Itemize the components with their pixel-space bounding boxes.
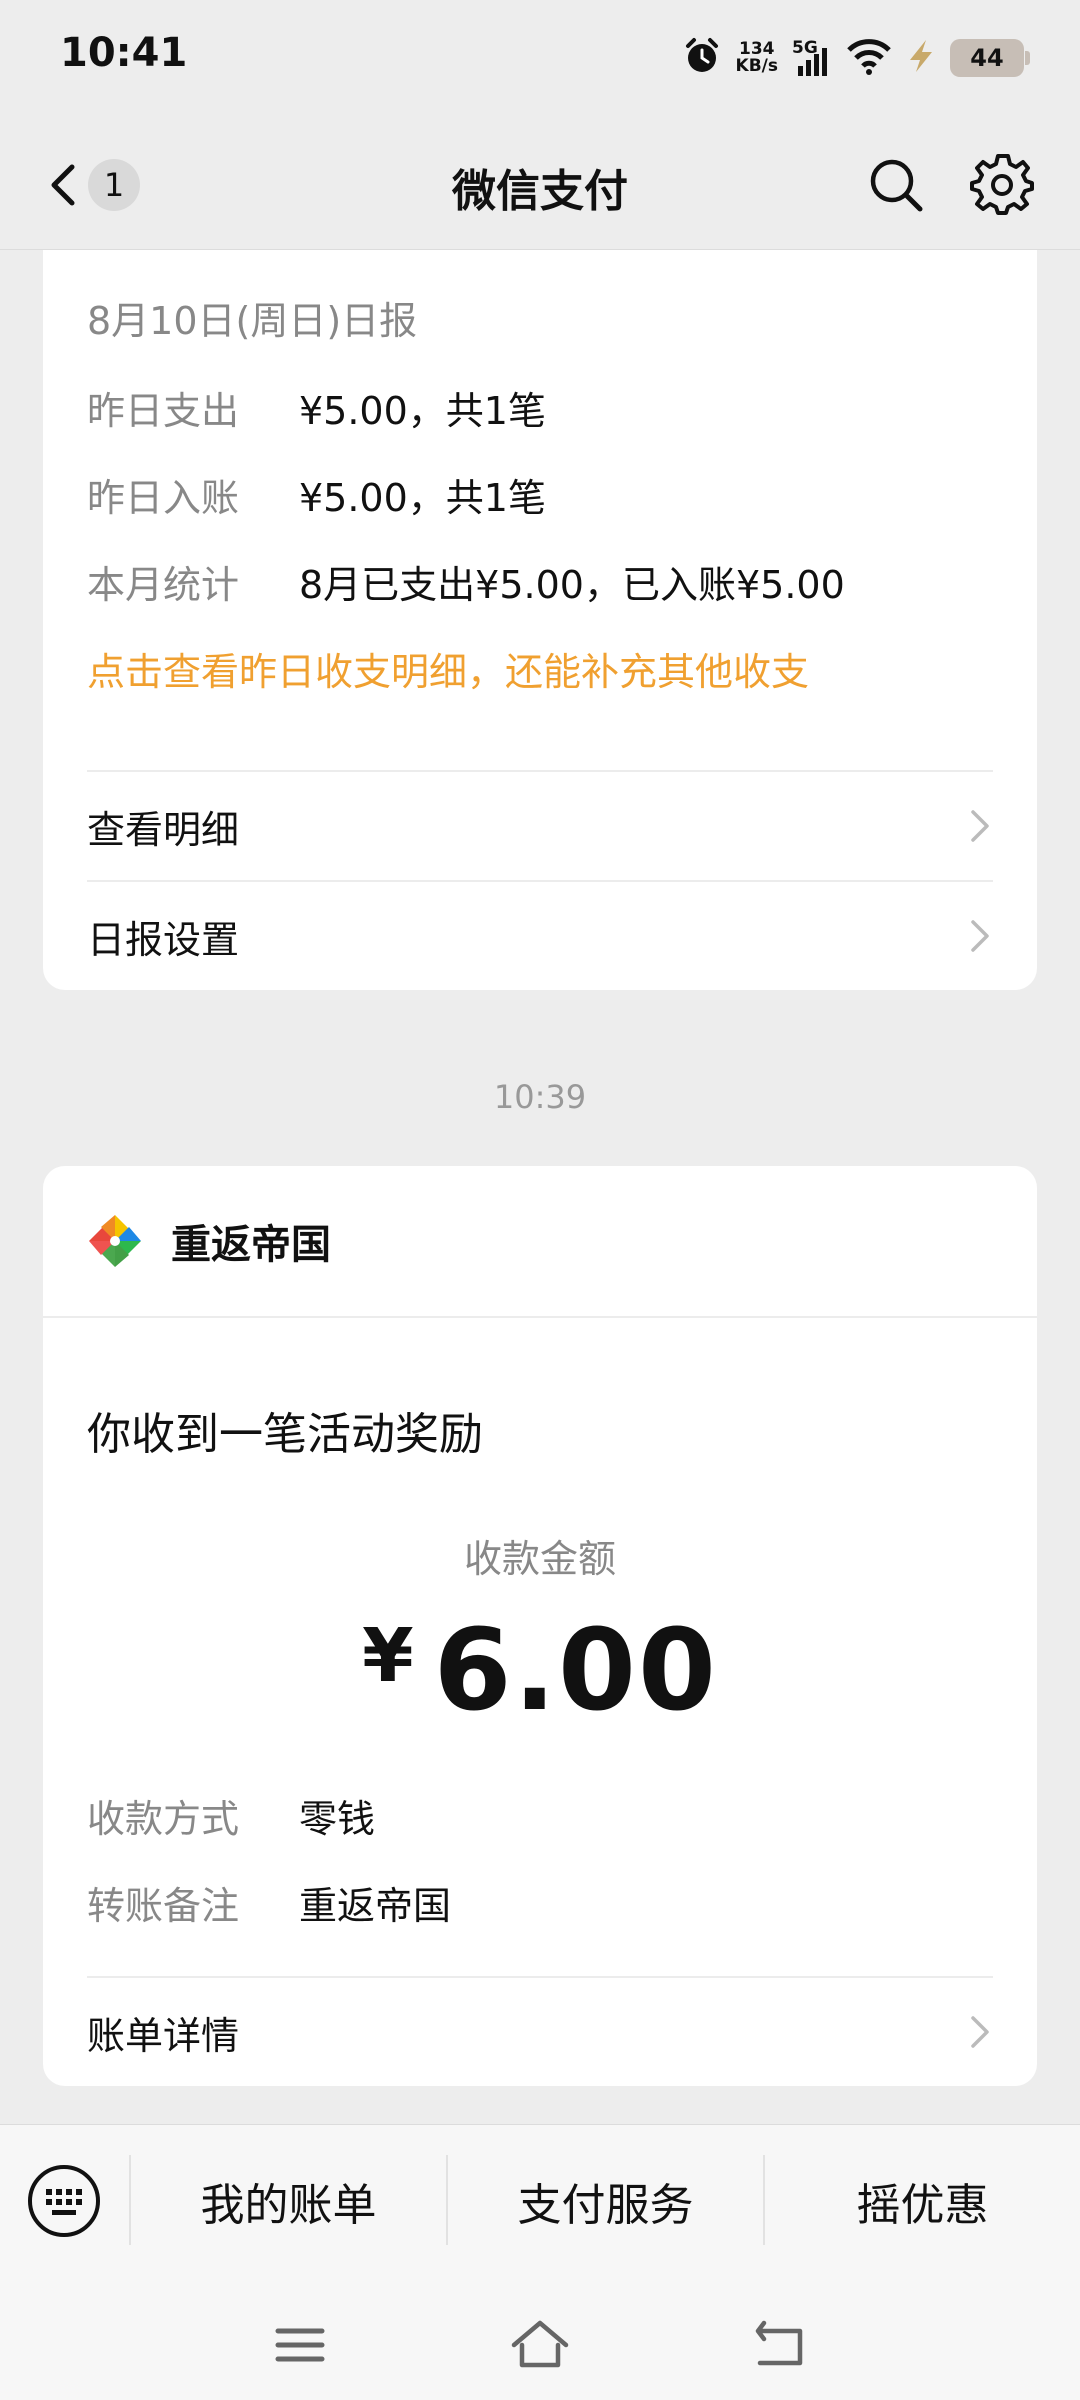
chevron-right-icon bbox=[971, 810, 989, 842]
menu-icon bbox=[275, 2328, 325, 2362]
charging-icon bbox=[906, 36, 936, 80]
nav-bar: 1 微信支付 bbox=[0, 115, 1080, 250]
merchant-logo-icon bbox=[89, 1215, 141, 1267]
my-bills-menu[interactable]: 我的账单 bbox=[131, 2159, 446, 2243]
battery-indicator: 44 bbox=[950, 39, 1030, 77]
currency-symbol: ¥ bbox=[362, 1613, 416, 1699]
status-time: 10:41 bbox=[60, 30, 188, 76]
search-icon bbox=[870, 159, 923, 212]
daily-report-card: 8月10日(周日)日报 昨日支出 ¥5.00，共1笔 昨日入账 ¥5.00，共1… bbox=[43, 250, 1037, 990]
kv-row: 昨日支出 ¥5.00，共1笔 bbox=[87, 380, 546, 435]
search-button[interactable] bbox=[866, 155, 926, 215]
shake-deals-menu[interactable]: 摇优惠 bbox=[765, 2159, 1080, 2243]
kv-row: 转账备注 重返帝国 bbox=[87, 1875, 451, 1930]
message-list[interactable]: 8月10日(周日)日报 昨日支出 ¥5.00，共1笔 昨日入账 ¥5.00，共1… bbox=[0, 250, 1080, 2124]
divider bbox=[43, 1316, 1037, 1318]
kv-row: 昨日入账 ¥5.00，共1笔 bbox=[87, 467, 546, 522]
wifi-icon bbox=[846, 36, 892, 80]
receipt-card[interactable]: 重返帝国 你收到一笔活动奖励 收款金额 ¥6.00 收款方式 零钱 转账备注 重… bbox=[43, 1166, 1037, 2086]
kv-value: 零钱 bbox=[299, 1797, 376, 1841]
bill-details-row[interactable]: 账单详情 bbox=[87, 1978, 993, 2086]
cellular-signal-icon: 5G bbox=[792, 38, 832, 78]
status-icons: 134 KB/s 5G 44 bbox=[682, 32, 1030, 84]
kv-label: 收款方式 bbox=[87, 1797, 240, 1841]
keyboard-toggle-button[interactable] bbox=[26, 2163, 102, 2239]
menu-label: 日报设置 bbox=[87, 917, 240, 962]
merchant-name: 重返帝国 bbox=[171, 1222, 331, 1268]
kv-row: 本月统计 8月已支出¥5.00，已入账¥5.00 bbox=[87, 554, 845, 609]
message-timestamp: 10:39 bbox=[493, 1078, 587, 1116]
status-bar: 10:41 134 KB/s 5G 44 bbox=[0, 0, 1080, 115]
return-icon bbox=[755, 2320, 803, 2366]
view-details-link[interactable]: 点击查看昨日收支明细，还能补充其他收支 bbox=[87, 641, 809, 696]
kv-value: 8月已支出¥5.00，已入账¥5.00 bbox=[299, 563, 845, 607]
kv-value: ¥5.00，共1笔 bbox=[299, 389, 546, 433]
amount: ¥6.00 bbox=[43, 1606, 1037, 1736]
settings-button[interactable] bbox=[970, 153, 1034, 217]
kv-value: ¥5.00，共1笔 bbox=[299, 476, 546, 520]
menu-label: 查看明细 bbox=[87, 807, 240, 852]
amount-value: 6.00 bbox=[433, 1606, 718, 1736]
kv-label: 本月统计 bbox=[87, 563, 240, 607]
system-back-button[interactable] bbox=[750, 2315, 810, 2375]
net-speed: 134 KB/s bbox=[735, 39, 778, 76]
kv-label: 昨日支出 bbox=[87, 389, 240, 433]
menu-label: 账单详情 bbox=[87, 2013, 240, 2058]
report-settings-row[interactable]: 日报设置 bbox=[87, 882, 993, 990]
chevron-right-icon bbox=[971, 920, 989, 952]
home-button[interactable] bbox=[510, 2315, 570, 2375]
payment-services-menu[interactable]: 支付服务 bbox=[448, 2159, 763, 2243]
home-icon bbox=[511, 2320, 569, 2368]
amount-label: 收款金额 bbox=[463, 1537, 616, 1581]
kv-row: 收款方式 零钱 bbox=[87, 1788, 375, 1843]
receipt-title: 你收到一笔活动奖励 bbox=[87, 1409, 483, 1460]
kv-label: 昨日入账 bbox=[87, 476, 240, 520]
merchant-row[interactable]: 重返帝国 bbox=[87, 1166, 331, 1316]
chevron-right-icon bbox=[971, 2016, 989, 2048]
kv-label: 转账备注 bbox=[87, 1884, 240, 1928]
report-date: 8月10日(周日)日报 bbox=[87, 299, 418, 343]
gear-icon bbox=[970, 154, 1034, 215]
view-details-row[interactable]: 查看明细 bbox=[87, 772, 993, 880]
alarm-icon bbox=[682, 36, 722, 80]
recent-apps-button[interactable] bbox=[270, 2315, 330, 2375]
kv-value: 重返帝国 bbox=[299, 1884, 452, 1928]
bottom-menu-bar: 我的账单 支付服务 摇优惠 bbox=[0, 2124, 1080, 2400]
keyboard-icon bbox=[28, 2165, 100, 2237]
